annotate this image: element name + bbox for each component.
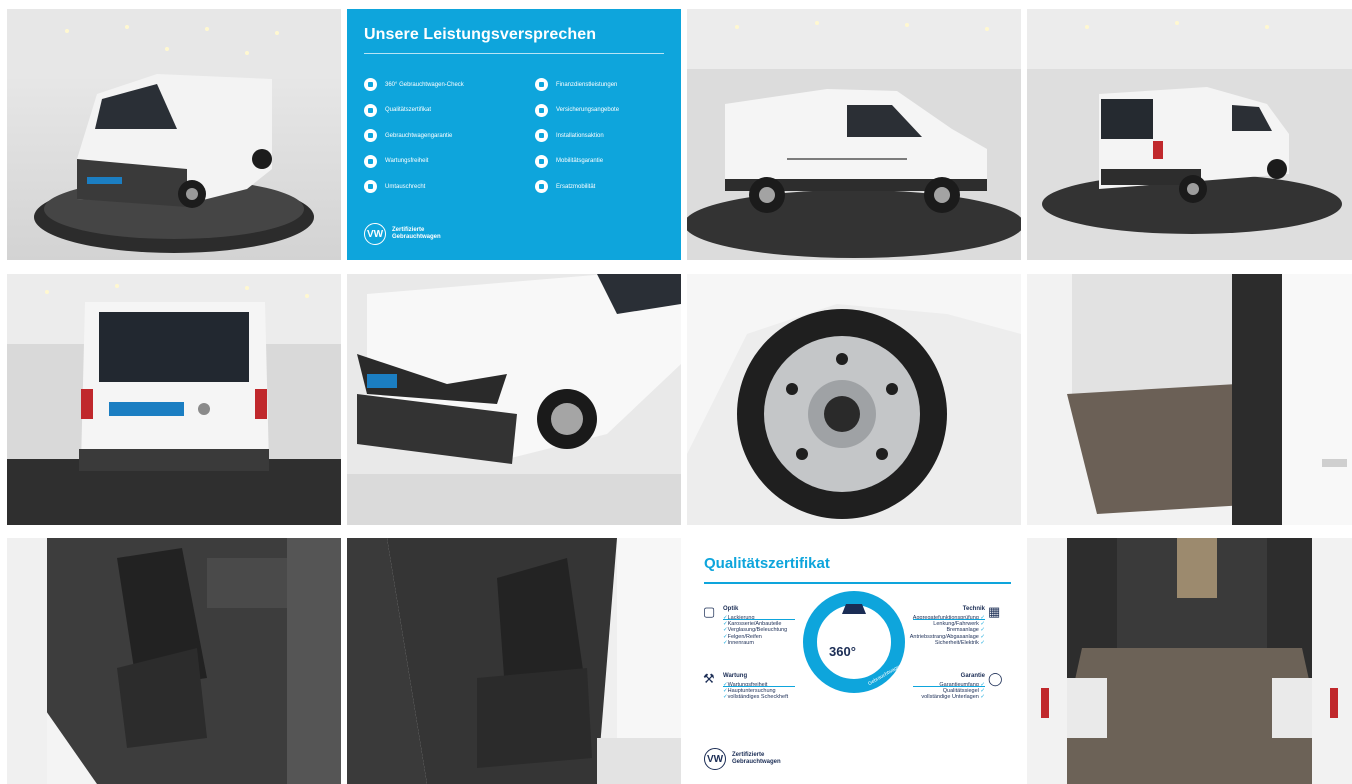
umbrella-icon — [535, 103, 548, 117]
divider — [913, 619, 985, 620]
tools-icon — [535, 129, 548, 142]
driver-seat-photo[interactable] — [7, 538, 341, 784]
list-item: vollständiges Scheckheft — [723, 694, 789, 700]
list-item: 360° Gebrauchtwagen-Check — [364, 76, 464, 93]
list-item: Gebrauchtwagengarantie — [364, 127, 464, 144]
list-item: Verglasung/Beleuchtung — [723, 627, 788, 633]
list-item: Versicherungsangebote — [535, 102, 619, 119]
brand-line: Zertifizierte — [392, 227, 425, 233]
list-item: Wartungsfreiheit — [364, 153, 464, 170]
service-icon: ⚒ — [703, 671, 715, 686]
van-rear-photo[interactable] — [7, 274, 341, 525]
brand-mark: VW Zertifizierte Gebrauchtwagen — [704, 748, 781, 770]
list-item: Finanzdienstleistungen — [535, 76, 619, 93]
card-title: Qualitätszertifikat — [704, 555, 830, 572]
brand-mark: VW Zertifizierte Gebrauchtwagen — [364, 223, 441, 245]
van-front-corner-photo[interactable] — [347, 274, 681, 525]
passenger-seat-photo[interactable] — [347, 538, 681, 784]
divider — [364, 53, 664, 54]
car-icon: ▢ — [703, 604, 716, 619]
exchange-icon — [364, 180, 377, 193]
van-rear-right-photo[interactable] — [1027, 9, 1352, 260]
section-heading: Technik — [962, 606, 985, 612]
promise-list-right: Finanzdienstleistungen Versicherungsange… — [535, 76, 619, 204]
card-title: Unsere Leistungsversprechen — [364, 26, 597, 43]
gauge-label: 360° — [829, 644, 856, 659]
wheel-photo[interactable] — [687, 274, 1021, 525]
van-side-photo[interactable] — [687, 9, 1021, 260]
list-item: vollständige Unterlagen — [921, 694, 985, 700]
list-item: Qualitätszertifikat — [364, 102, 464, 119]
brand-line: Gebrauchtwagen — [732, 759, 781, 765]
van-front-left-photo[interactable] — [7, 9, 341, 260]
list-item: Innenraum — [723, 640, 787, 646]
check-gauge — [803, 591, 905, 693]
car-swap-icon — [535, 180, 548, 193]
list-item: Antriebsstrang/Abgasanlage — [910, 634, 985, 640]
brand-line: Zertifizierte — [732, 752, 765, 758]
list-item: Ersatzmobilität — [535, 178, 619, 195]
qualitaetszertifikat-card[interactable]: Qualitätszertifikat 360° Gebrauchtwagen-… — [687, 538, 1021, 784]
brand-line: Gebrauchtwagen — [392, 234, 441, 240]
section-heading: Optik — [723, 606, 739, 612]
check-badge-icon — [364, 78, 377, 91]
car-icon — [535, 154, 548, 168]
promise-list-left: 360° Gebrauchtwagen-Check Qualitätszerti… — [364, 76, 464, 204]
section-heading: Wartung — [723, 673, 748, 679]
certificate-icon — [364, 103, 377, 117]
divider — [723, 619, 795, 620]
list-item: Mobilitätsgarantie — [535, 153, 619, 170]
section-heading: Garantie — [960, 673, 985, 679]
shield-icon — [364, 129, 377, 142]
list-item: Installationsaktion — [535, 127, 619, 144]
technik-section: Technik Aggregatefunktionsprüfung Lenkun… — [910, 606, 985, 646]
list-item: Umtauschrecht — [364, 178, 464, 195]
divider — [723, 686, 795, 687]
divider — [704, 582, 1011, 584]
leistungsversprechen-card[interactable]: Unsere Leistungsversprechen 360° Gebrauc… — [347, 9, 681, 260]
finance-icon — [535, 78, 548, 91]
shield-check-icon: ◯ — [988, 671, 1003, 686]
cargo-rear-photo[interactable] — [1027, 538, 1352, 784]
optik-section: Optik Lackierung Karosserie/Anbauteile V… — [723, 606, 787, 646]
diagnostic-icon: ▦ — [988, 604, 1001, 619]
divider — [913, 686, 985, 687]
list-item: Sicherheit/Elektrik — [910, 640, 985, 646]
wrench-icon — [364, 154, 377, 168]
vw-logo-icon: VW — [704, 748, 726, 770]
vw-logo-icon: VW — [364, 223, 386, 245]
cargo-side-door-photo[interactable] — [1027, 274, 1352, 525]
